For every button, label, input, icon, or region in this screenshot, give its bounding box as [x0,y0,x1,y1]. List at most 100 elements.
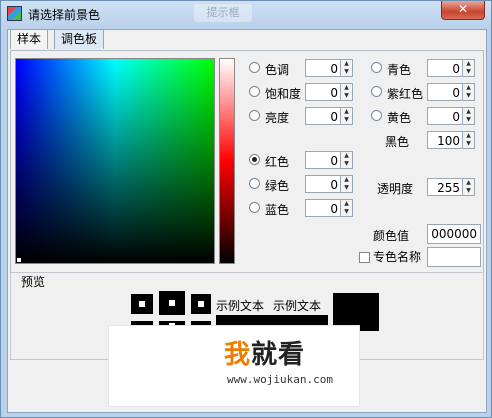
spin-down-icon[interactable]: ▼ [341,160,352,168]
spot-color-checkbox[interactable] [359,252,370,263]
spin-up-icon[interactable]: ▲ [341,152,352,160]
spin-up-icon[interactable]: ▲ [463,84,474,92]
saturation-row: 饱和度 0 ▲ ▼ [249,83,359,103]
magenta-field[interactable]: 0 [427,83,463,101]
saturation-label: 饱和度 [265,87,302,101]
cyan-spin-arrows[interactable]: ▲ ▼ [463,59,475,77]
preview-sample-text: 示例文本 [273,299,322,313]
brightness-spin-arrows[interactable]: ▲ ▼ [341,107,353,125]
blue-radio[interactable] [249,202,260,213]
window-title: 请选择前景色 [28,8,101,22]
app-color-icon [7,6,22,21]
green-radio[interactable] [249,178,260,189]
red-field[interactable]: 0 [305,151,341,169]
magenta-row: 紫红色 0 ▲ ▼ [371,83,481,103]
preview-swatch-dot [139,301,145,307]
spin-down-icon[interactable]: ▼ [463,187,474,195]
watermark-url: www.wojiukan.com [227,373,333,386]
spin-up-icon[interactable]: ▲ [341,200,352,208]
black-spin-arrows[interactable]: ▲ ▼ [463,131,475,149]
spectrum-cursor[interactable] [17,258,21,262]
black-label: 黑色 [385,135,410,149]
spin-up-icon[interactable]: ▲ [341,176,352,184]
spin-down-icon[interactable]: ▼ [341,92,352,100]
yellow-field[interactable]: 0 [427,107,463,125]
magenta-radio[interactable] [371,86,382,97]
hue-field[interactable]: 0 [305,59,341,77]
blue-label: 蓝色 [265,203,290,217]
yellow-spin-arrows[interactable]: ▲ ▼ [463,107,475,125]
title-bar: 请选择前景色 提示框 ✕ [1,1,491,27]
preview-swatch-dot [198,301,204,307]
spin-down-icon[interactable]: ▼ [341,68,352,76]
tab-samples[interactable]: 样本 [10,29,49,49]
color-spectrum-picker[interactable] [15,58,215,264]
yellow-radio[interactable] [371,110,382,121]
saturation-radio[interactable] [249,86,260,97]
spin-up-icon[interactable]: ▲ [463,179,474,187]
green-field[interactable]: 0 [305,175,341,193]
preview-title: 预览 [19,273,48,290]
tab-palette[interactable]: 调色板 [54,29,105,49]
red-label: 红色 [265,155,290,169]
spin-up-icon[interactable]: ▲ [341,84,352,92]
spin-down-icon[interactable]: ▼ [463,92,474,100]
yellow-row: 黄色 0 ▲ ▼ [371,107,481,127]
spin-up-icon[interactable]: ▲ [341,108,352,116]
spin-down-icon[interactable]: ▼ [463,68,474,76]
watermark: 我就看 www.wojiukan.com [108,325,360,407]
spin-down-icon[interactable]: ▼ [463,140,474,148]
hue-row: 色调 0 ▲ ▼ [249,59,359,79]
brightness-row: 亮度 0 ▲ ▼ [249,107,359,127]
red-radio[interactable] [249,154,260,165]
blue-spin-arrows[interactable]: ▲ ▼ [341,199,353,217]
spin-up-icon[interactable]: ▲ [463,60,474,68]
spin-up-icon[interactable]: ▲ [463,108,474,116]
cyan-field[interactable]: 0 [427,59,463,77]
spin-down-icon[interactable]: ▼ [341,116,352,124]
background-window-tab: 提示框 [194,4,252,22]
transparency-row: 透明度 255 ▲ ▼ [371,178,481,198]
black-row: 黑色 100 ▲ ▼ [371,131,481,151]
hue-label: 色调 [265,63,290,77]
blue-row: 蓝色 0 ▲ ▼ [249,199,359,219]
transparency-label: 透明度 [377,182,414,196]
green-row: 绿色 0 ▲ ▼ [249,175,359,195]
spot-color-field[interactable] [427,247,481,267]
hue-radio[interactable] [249,62,260,73]
blue-field[interactable]: 0 [305,199,341,217]
spin-down-icon[interactable]: ▼ [341,208,352,216]
preview-sample-text: 示例文本 [216,299,265,313]
brightness-radio[interactable] [249,110,260,121]
green-label: 绿色 [265,179,290,193]
luminance-slider[interactable] [219,58,235,264]
transparency-field[interactable]: 255 [427,178,463,196]
palette-panel: 色调 0 ▲ ▼ 饱和度 0 ▲ ▼ 亮度 0 ▲ ▼ 红色 0 ▲ ▼ 绿色 … [10,50,484,273]
red-row: 红色 0 ▲ ▼ [249,151,359,171]
color-value-field[interactable]: 000000 [427,224,481,244]
spin-up-icon[interactable]: ▲ [463,132,474,140]
magenta-spin-arrows[interactable]: ▲ ▼ [463,83,475,101]
spin-down-icon[interactable]: ▼ [463,116,474,124]
spin-down-icon[interactable]: ▼ [341,184,352,192]
color-value-label: 颜色值 [373,229,410,243]
spin-up-icon[interactable]: ▲ [341,60,352,68]
cyan-label: 青色 [387,63,412,77]
cyan-radio[interactable] [371,62,382,73]
black-field[interactable]: 100 [427,131,463,149]
spot-color-label: 专色名称 [373,250,422,264]
saturation-field[interactable]: 0 [305,83,341,101]
brightness-field[interactable]: 0 [305,107,341,125]
transparency-spin-arrows[interactable]: ▲ ▼ [463,178,475,196]
magenta-label: 紫红色 [387,87,424,101]
brightness-label: 亮度 [265,111,290,125]
cyan-row: 青色 0 ▲ ▼ [371,59,481,79]
preview-swatch-dot [169,300,175,306]
close-button[interactable]: ✕ [441,1,485,20]
yellow-label: 黄色 [387,111,412,125]
watermark-logo: 我就看 [224,340,306,370]
red-spin-arrows[interactable]: ▲ ▼ [341,151,353,169]
hue-spin-arrows[interactable]: ▲ ▼ [341,59,353,77]
saturation-spin-arrows[interactable]: ▲ ▼ [341,83,353,101]
green-spin-arrows[interactable]: ▲ ▼ [341,175,353,193]
